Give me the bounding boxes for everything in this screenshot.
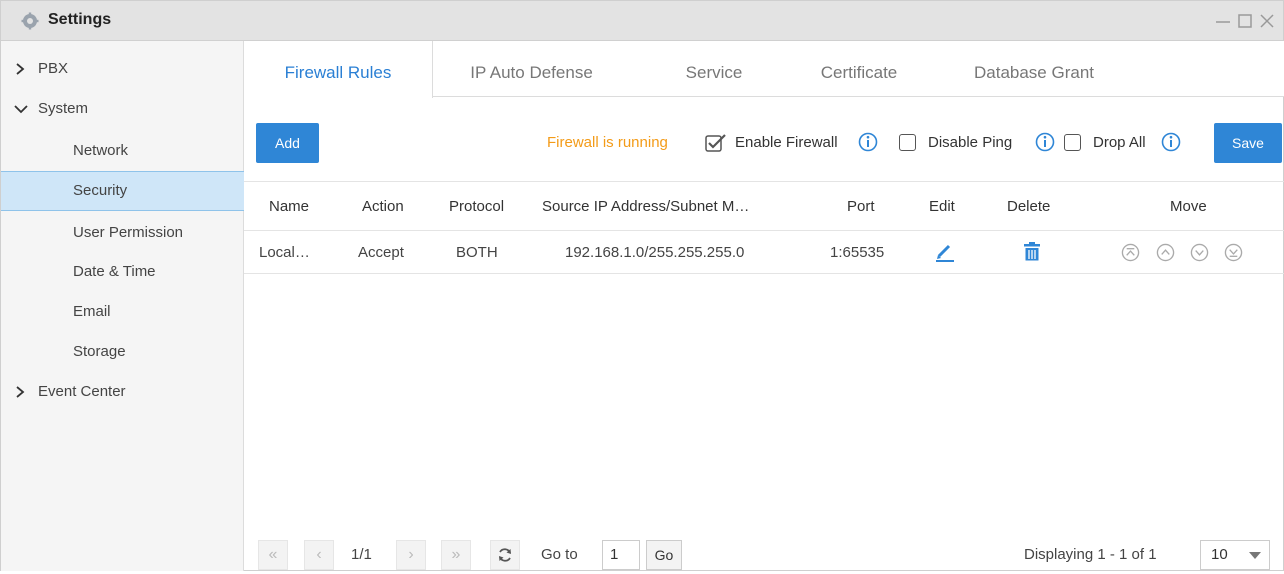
column-header-source-ip[interactable]: Source IP Address/Subnet M… — [542, 182, 749, 232]
tab-firewall-rules[interactable]: Firewall Rules — [244, 41, 433, 98]
sidebar-item-label: PBX — [38, 60, 69, 77]
displaying-text: Displaying 1 - 1 of 1 — [1024, 546, 1157, 563]
goto-page-input[interactable]: 1 — [602, 540, 640, 570]
checkbox-checked-icon — [705, 134, 726, 152]
disable-ping-checkbox[interactable] — [899, 134, 916, 151]
chevron-down-icon — [14, 105, 28, 114]
save-button[interactable]: Save — [1214, 123, 1282, 163]
table-header: Name Action Protocol Source IP Address/S… — [244, 181, 1284, 231]
add-button[interactable]: Add — [256, 123, 319, 163]
column-header-delete: Delete — [1007, 198, 1051, 215]
move-up-icon[interactable] — [1156, 243, 1175, 262]
table-row[interactable]: Local… Accept BOTH 192.168.1.0/255.255.2… — [244, 231, 1284, 274]
move-top-icon[interactable] — [1121, 243, 1140, 262]
enable-firewall-checkbox[interactable] — [705, 133, 727, 153]
info-icon[interactable] — [1161, 132, 1181, 152]
sidebar-item-storage[interactable]: Storage — [1, 332, 244, 372]
enable-firewall-label: Enable Firewall — [735, 134, 838, 151]
disable-ping-label: Disable Ping — [928, 134, 1013, 151]
cell-port: 1:65535 — [830, 244, 885, 261]
sidebar-item-email[interactable]: Email — [1, 292, 244, 332]
cell-name: Local… — [259, 244, 310, 261]
title-bar: Settings — [1, 1, 1283, 41]
column-header-edit: Edit — [929, 198, 955, 215]
first-page-button[interactable]: « — [258, 540, 288, 570]
page-info: 1/1 — [351, 546, 372, 563]
goto-label: Go to — [541, 546, 578, 563]
chevron-right-icon — [16, 63, 25, 75]
column-header-action[interactable]: Action — [362, 182, 404, 232]
first-page-icon: « — [268, 546, 278, 563]
sidebar-item-label: Security — [73, 182, 128, 199]
sidebar-item-pbx[interactable]: PBX — [1, 49, 244, 89]
last-page-button[interactable]: » — [441, 540, 471, 570]
chevron-down-icon — [1249, 552, 1261, 559]
tab-ip-auto-defense[interactable]: IP Auto Defense — [449, 41, 614, 97]
trash-icon[interactable] — [1021, 241, 1043, 263]
settings-gear-icon — [21, 12, 39, 30]
sidebar-item-label: Storage — [73, 343, 126, 360]
sidebar-item-label: Email — [73, 303, 111, 320]
window-title: Settings — [48, 11, 112, 28]
tab-service[interactable]: Service — [664, 41, 764, 97]
sidebar-item-system[interactable]: System — [1, 89, 244, 129]
sidebar-item-label: System — [38, 100, 89, 117]
cell-source-ip: 192.168.1.0/255.255.255.0 — [565, 244, 745, 261]
move-bottom-icon[interactable] — [1224, 243, 1243, 262]
edit-pencil-icon[interactable] — [934, 243, 956, 263]
column-header-protocol[interactable]: Protocol — [449, 182, 504, 232]
settings-window: Settings PBX System Network Security Use… — [0, 0, 1284, 571]
page-size-value: 10 — [1211, 546, 1228, 563]
sidebar-item-label: Event Center — [38, 383, 126, 400]
sidebar-item-network[interactable]: Network — [1, 131, 244, 171]
info-icon[interactable] — [1035, 132, 1055, 152]
prev-page-icon: ‹ — [316, 546, 322, 563]
refresh-icon — [499, 548, 511, 562]
sidebar-item-security[interactable]: Security — [1, 171, 244, 211]
info-icon[interactable] — [858, 132, 878, 152]
tab-database-grant[interactable]: Database Grant — [954, 41, 1114, 97]
column-header-port[interactable]: Port — [847, 182, 875, 232]
sidebar-item-user-permission[interactable]: User Permission — [1, 213, 244, 253]
sidebar: PBX System Network Security User Permiss… — [1, 41, 244, 571]
tab-certificate[interactable]: Certificate — [799, 41, 919, 97]
page-size-select[interactable]: 10 — [1200, 540, 1270, 570]
next-page-icon: › — [408, 546, 414, 563]
column-header-name[interactable]: Name — [269, 182, 309, 232]
drop-all-checkbox[interactable] — [1064, 134, 1081, 151]
maximize-icon[interactable] — [1236, 12, 1254, 30]
drop-all-label: Drop All — [1093, 134, 1146, 151]
next-page-button[interactable]: › — [396, 540, 426, 570]
last-page-icon: » — [451, 546, 461, 563]
go-button[interactable]: Go — [646, 540, 682, 570]
chevron-right-icon — [16, 386, 25, 398]
refresh-button[interactable] — [490, 540, 520, 570]
minimize-icon[interactable] — [1214, 12, 1232, 30]
sidebar-item-label: Network — [73, 142, 129, 159]
sidebar-item-label: User Permission — [73, 224, 184, 241]
tab-bar: Firewall Rules IP Auto Defense Service C… — [244, 41, 1284, 98]
cell-action: Accept — [358, 244, 404, 261]
move-down-icon[interactable] — [1190, 243, 1209, 262]
close-icon[interactable] — [1258, 12, 1276, 30]
cell-protocol: BOTH — [456, 244, 498, 261]
firewall-status-text: Firewall is running — [547, 134, 668, 151]
prev-page-button[interactable]: ‹ — [304, 540, 334, 570]
sidebar-item-date-time[interactable]: Date & Time — [1, 252, 244, 292]
sidebar-item-event-center[interactable]: Event Center — [1, 372, 244, 412]
column-header-move: Move — [1170, 198, 1207, 215]
sidebar-item-label: Date & Time — [73, 263, 156, 280]
